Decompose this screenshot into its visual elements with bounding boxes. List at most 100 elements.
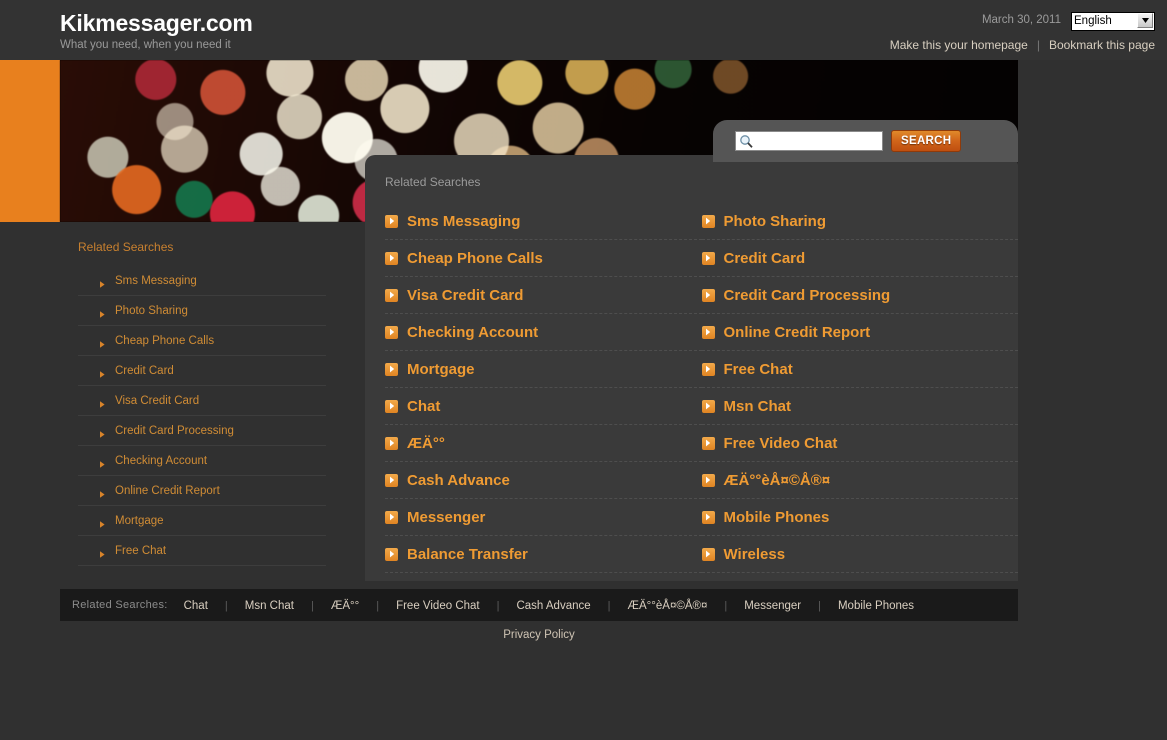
privacy-policy-link[interactable]: Privacy Policy [503,629,575,641]
sidebar-item-label: Photo Sharing [115,304,188,317]
language-select-wrapper[interactable]: English [1071,11,1155,31]
search-widget: SEARCH [713,120,1018,162]
page-root: Kikmessager.com What you need, when you … [0,0,1167,740]
related-search-label: ÆÄ°° [407,434,445,452]
related-search-label: Credit Card [723,249,806,267]
chevron-right-icon [385,214,398,228]
footer-link[interactable]: Msn Chat [245,600,294,612]
footer-separator: | [818,600,821,612]
footer-links: Chat | Msn Chat | ÆÄ°° | Free Video Chat | Cash … [184,596,914,614]
search-controls: SEARCH [735,130,962,152]
chevron-right-icon [385,399,398,413]
related-search-label: Free Chat [723,360,793,378]
header-links-row: Make this your homepage | Bookmark this … [890,38,1155,52]
search-button[interactable]: SEARCH [891,130,962,152]
related-search-item[interactable]: Balance Transfer [385,536,702,573]
sidebar-item-label: Credit Card Processing [115,424,234,437]
site-tagline: What you need, when you need it [60,39,231,51]
related-search-item[interactable]: Cash Advance [385,462,702,499]
footer-link[interactable]: Messenger [744,600,801,612]
chevron-right-icon [385,473,398,487]
sidebar-item-label: Sms Messaging [115,274,197,287]
sidebar-item-label: Visa Credit Card [115,394,200,407]
related-searches-panel: Related Searches Sms Messaging Photo Shar… [365,155,1018,581]
related-search-label: Mortgage [407,360,475,378]
related-search-item[interactable]: Msn Chat [701,388,1018,425]
arrow-right-icon [94,456,105,468]
footer-link[interactable]: Free Video Chat [396,600,480,612]
related-search-item[interactable]: Checking Account [385,314,702,351]
chevron-right-icon [701,362,715,376]
arrow-right-icon [94,336,105,348]
chevron-right-icon [385,288,398,302]
sidebar-item[interactable]: Cheap Phone Calls [78,326,326,356]
related-search-item[interactable]: ÆÄ°° [385,425,702,462]
sidebar-item[interactable]: Credit Card [78,356,326,386]
bookmark-page-link[interactable]: Bookmark this page [1049,38,1155,52]
chevron-right-icon [385,251,398,265]
footer-link[interactable]: ÆÄ°° [331,600,359,612]
sidebar-item[interactable]: Credit Card Processing [78,416,326,446]
sidebar-item[interactable]: Sms Messaging [78,266,326,296]
footer-link[interactable]: Chat [184,600,208,612]
related-search-item[interactable]: ÆÄ°°èÅ¤©Å®¤ [701,462,1018,499]
footer-separator: | [496,600,500,612]
related-search-item[interactable]: Wireless [701,536,1018,573]
related-search-label: Checking Account [407,323,539,341]
footer-separator: | [224,600,228,612]
footer-link[interactable]: Mobile Phones [838,600,914,612]
arrow-right-icon [94,306,105,318]
related-search-label: Photo Sharing [723,212,827,230]
related-search-item[interactable]: Cheap Phone Calls [385,240,702,277]
related-search-item[interactable]: Free Chat [701,351,1018,388]
related-search-label: Messenger [407,508,486,526]
related-search-item[interactable]: Mobile Phones [701,499,1018,536]
related-search-label: Online Credit Report [723,323,871,341]
related-search-item[interactable]: Credit Card [701,240,1018,277]
footer-link[interactable]: ÆÄ°°èÅ¤©Å®¤ [628,600,708,612]
chevron-right-icon [385,436,398,450]
site-title: Kikmessager.com [60,10,253,36]
chevron-right-icon [701,325,715,339]
sidebar-heading: Related Searches [78,240,174,254]
related-search-item[interactable]: Visa Credit Card [385,277,702,314]
sidebar-item[interactable]: Photo Sharing [78,296,326,326]
sidebar-item[interactable]: Mortgage [78,506,326,536]
sidebar-item[interactable]: Visa Credit Card [78,386,326,416]
search-input[interactable] [736,132,882,150]
related-search-label: Visa Credit Card [407,286,524,304]
sidebar-item-label: Online Credit Report [115,484,220,497]
sidebar: Related Searches Sms Messaging Photo Shar… [78,240,326,566]
language-select[interactable]: English [1071,11,1155,31]
related-search-item[interactable]: Chat [385,388,702,425]
arrow-right-icon [94,276,105,288]
related-search-item[interactable]: Sms Messaging [385,203,702,240]
make-homepage-link[interactable]: Make this your homepage [890,38,1028,52]
footer-separator: | [607,600,611,612]
sidebar-item[interactable]: Online Credit Report [78,476,326,506]
arrow-right-icon [94,426,105,438]
sidebar-item-label: Checking Account [115,454,208,467]
sidebar-item[interactable]: Checking Account [78,446,326,476]
footer-separator: | [310,600,314,612]
current-date: March 30, 2011 [981,14,1061,26]
search-field[interactable] [735,131,883,151]
brand: Kikmessager.com What you need, when you … [60,10,253,53]
hero-orange-accent-bar [0,60,60,222]
sidebar-item-label: Credit Card [115,364,174,377]
related-search-item[interactable]: Messenger [385,499,702,536]
related-search-item[interactable]: Free Video Chat [701,425,1018,462]
related-search-label: Msn Chat [723,397,792,415]
sidebar-item-label: Mortgage [115,514,164,527]
related-search-item[interactable]: Credit Card Processing [701,277,1018,314]
arrow-right-icon [94,546,105,558]
related-search-item[interactable]: Mortgage [385,351,702,388]
footer-link[interactable]: Cash Advance [516,600,590,612]
sidebar-item[interactable]: Free Chat [78,536,326,566]
chevron-right-icon [701,547,715,561]
chevron-right-icon [701,214,715,228]
related-search-item[interactable]: Photo Sharing [701,203,1018,240]
related-search-item[interactable]: Online Credit Report [701,314,1018,351]
chevron-right-icon [701,473,715,487]
chevron-right-icon [701,288,715,302]
